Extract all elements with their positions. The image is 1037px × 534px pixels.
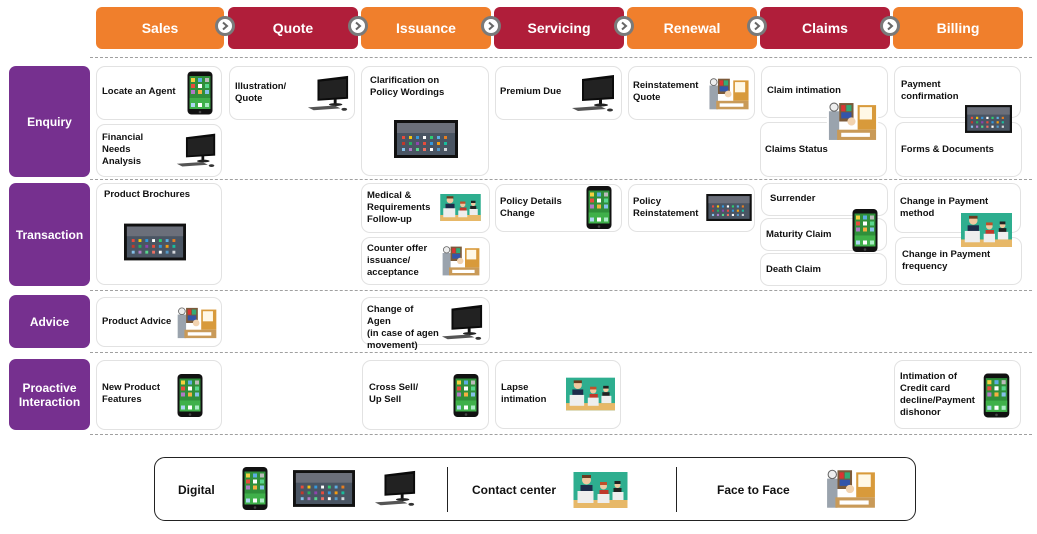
mobile-phone-icon [187,71,213,115]
office-desk-icon [825,101,880,142]
chevron-right-circle-icon [614,16,634,36]
card-policy-reinstatement[interactable]: Policy Reinstatement [628,184,755,232]
card-label: New Product Features [102,382,161,405]
card-label: Reinstatement Quote [633,80,699,103]
office-desk-icon [825,468,877,510]
legend-contact-center-label: Contact center [472,483,557,497]
tablet-icon [293,470,355,507]
card-label: Intimation of Credit card decline/Paymen… [900,371,975,418]
card-label: Death Claim [766,264,821,275]
row-divider [90,434,1032,435]
stage-servicing[interactable]: Servicing [494,7,624,49]
card-label: Payment confirmation [901,79,959,102]
desktop-computer-icon [175,131,217,171]
channel-legend: Digital Contact center Face to Face [154,457,916,521]
card-policy-details-change[interactable]: Policy Details Change [495,184,622,232]
chevron-right-circle-icon [880,16,900,36]
row-divider [90,352,1032,353]
card-label: Maturity Claim [766,229,832,240]
category-transaction: Transaction [9,183,90,286]
card-product-brochures[interactable]: Product Brochures [96,183,222,285]
category-proactive-interaction: Proactive Interaction [9,359,90,430]
row-divider [90,57,1032,58]
chevron-right-circle-icon [481,16,501,36]
card-product-advice[interactable]: Product Advice [96,297,222,347]
card-label: Claim intimation [767,85,841,96]
contact-center-agents-icon [961,213,1012,247]
card-counter-offer[interactable]: Counter offer issuance/ acceptance [361,237,490,285]
card-financial-needs-analysis[interactable]: Financial Needs Analysis [96,124,222,177]
stage-billing[interactable]: Billing [893,7,1023,49]
card-label: Clarification on Policy Wordings [370,75,445,98]
card-locate-agent[interactable]: Locate an Agent [96,66,222,120]
card-label: Cross Sell/ Up Sell [369,382,419,405]
mobile-phone-icon [586,185,612,230]
card-label: Premium Due [500,86,562,97]
legend-digital-label: Digital [178,483,215,497]
card-cross-sell-up-sell[interactable]: Cross Sell/ Up Sell [362,360,489,430]
card-label: Change of Agen (in case of agen movement… [367,304,439,351]
legend-face-to-face-label: Face to Face [717,483,790,497]
contact-center-agents-icon [440,194,481,221]
card-new-product-features[interactable]: New Product Features [96,360,222,430]
card-label: Forms & Documents [901,144,994,155]
card-premium-due[interactable]: Premium Due [495,66,622,120]
card-clarification-policy-wordings[interactable]: Clarification on Policy Wordings [361,66,489,176]
office-desk-icon [176,305,218,341]
card-reinstatement-quote[interactable]: Reinstatement Quote [628,66,755,120]
card-label: Policy Reinstatement [633,196,699,219]
legend-separator [676,467,677,512]
contact-center-agents-icon [573,472,628,508]
card-illustration-quote[interactable]: Illustration/ Quote [229,66,355,120]
mobile-phone-icon [983,373,1010,418]
row-divider [90,290,1032,291]
mobile-phone-icon [177,373,203,418]
stage-renewal[interactable]: Renewal [627,7,757,49]
card-label: Counter offer issuance/ acceptance [367,243,428,278]
mobile-phone-icon [453,373,479,418]
card-death-claim[interactable]: Death Claim [760,253,887,286]
card-label: Lapse intimation [501,382,547,405]
desktop-computer-icon [306,75,350,113]
card-label: Medical & Requirements Follow-up [367,190,431,225]
stage-sales[interactable]: Sales [96,7,224,49]
desktop-computer-icon [373,470,417,508]
card-credit-card-decline[interactable]: Intimation of Credit card decline/Paymen… [894,360,1021,429]
card-label: Locate an Agent [102,86,176,97]
tablet-icon [706,194,752,221]
category-enquiry: Enquiry [9,66,90,177]
card-label: Product Advice [102,316,172,327]
desktop-computer-icon [440,304,484,342]
card-label: Financial Needs Analysis [102,132,144,167]
contact-center-agents-icon [566,377,615,411]
stage-claims[interactable]: Claims [760,7,890,49]
card-label: Product Brochures [104,189,191,200]
chevron-right-circle-icon [215,16,235,36]
chevron-right-circle-icon [747,16,767,36]
card-label: Claims Status [765,144,828,155]
card-label: Policy Details Change [500,196,562,219]
card-lapse-intimation[interactable]: Lapse intimation [495,360,621,429]
legend-separator [447,467,448,512]
mobile-phone-icon [852,208,878,253]
card-change-of-agent[interactable]: Change of Agen (in case of agen movement… [361,297,490,351]
card-label: Illustration/ Quote [235,81,287,104]
category-advice: Advice [9,295,90,348]
card-medical-requirements-followup[interactable]: Medical & Requirements Follow-up [361,183,490,233]
tablet-icon [124,223,186,261]
stage-quote[interactable]: Quote [228,7,358,49]
card-label: Change in Payment frequency [902,249,991,272]
office-desk-icon [707,77,751,111]
desktop-computer-icon [570,75,616,113]
card-label: Surrender [770,193,816,204]
chevron-right-circle-icon [348,16,368,36]
tablet-icon [394,120,458,158]
stage-issuance[interactable]: Issuance [361,7,491,49]
tablet-icon [965,105,1012,133]
row-divider [90,179,1032,180]
office-desk-icon [441,244,481,278]
mobile-phone-icon [242,466,268,511]
